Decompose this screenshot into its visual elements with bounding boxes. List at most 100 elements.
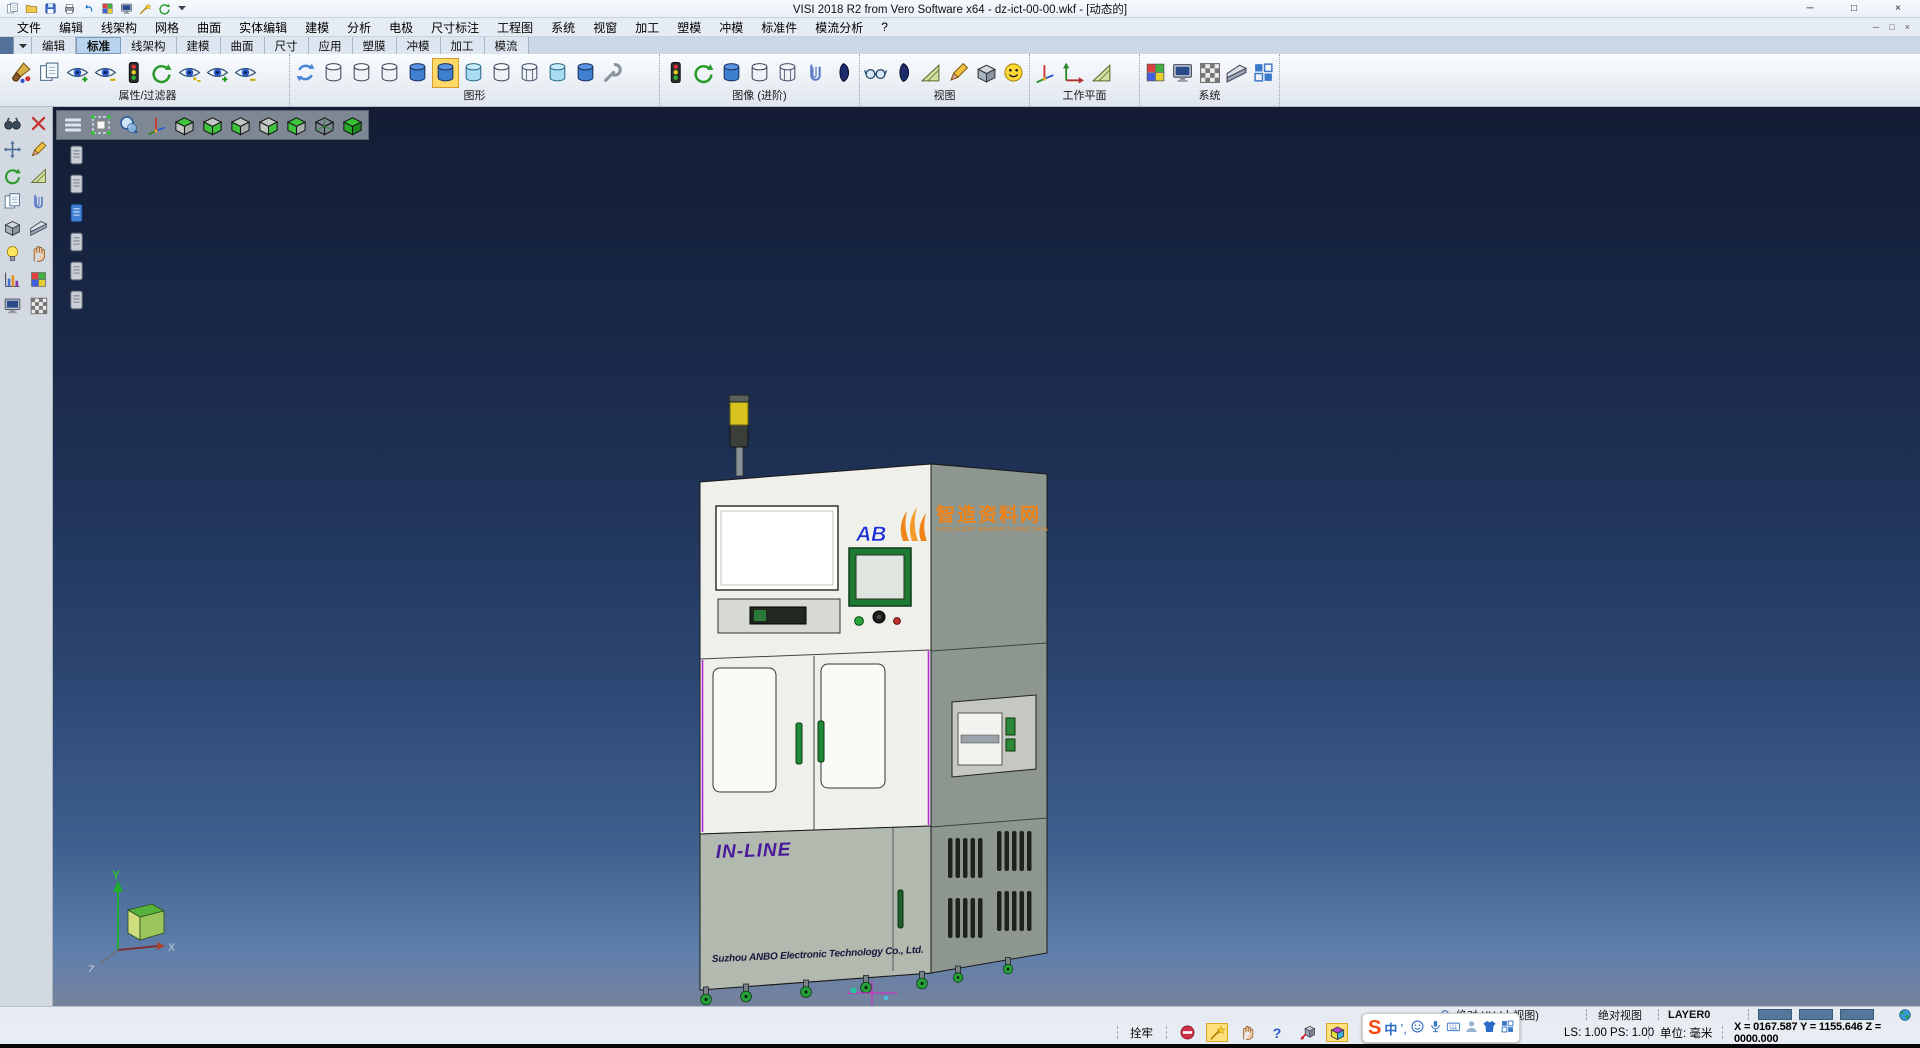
restore-button[interactable]: □ xyxy=(1832,0,1876,17)
display-settings-icon[interactable] xyxy=(1169,58,1195,88)
ime-emoji-icon[interactable] xyxy=(1410,1019,1425,1037)
shaded-edges-style-icon-selected[interactable] xyxy=(432,58,459,88)
filter-page-icon-2[interactable] xyxy=(68,173,85,195)
tab-wireframe[interactable]: 线架构 xyxy=(121,37,177,54)
hide-remove-eye-icon[interactable] xyxy=(92,58,119,88)
ime-skin-icon[interactable] xyxy=(1482,1019,1497,1037)
viewport-3d-canvas[interactable]: AB IN-LINE xyxy=(53,107,1920,1006)
view-menu-icon[interactable] xyxy=(59,112,86,138)
visibility-filter-icon[interactable] xyxy=(120,58,147,88)
checker-tool-icon[interactable] xyxy=(27,294,50,317)
copy-pages-icon[interactable] xyxy=(1,190,24,213)
tab-die[interactable]: 冲模 xyxy=(397,37,441,54)
view-iso-shaded-cube-icon[interactable] xyxy=(339,112,366,138)
close-button[interactable]: × xyxy=(1876,0,1920,17)
attach-clip-icon[interactable] xyxy=(27,190,50,213)
chart-icon[interactable] xyxy=(1,268,24,291)
undo-icon[interactable] xyxy=(80,1,96,16)
filter-page-icon-6[interactable] xyxy=(68,289,85,311)
graphics-settings-icon[interactable] xyxy=(600,58,627,88)
menu-item-die[interactable]: 冲模 xyxy=(710,19,752,36)
qat-dropdown-icon[interactable] xyxy=(175,5,189,13)
view-front-cube-icon[interactable] xyxy=(227,112,254,138)
tab-edit[interactable]: 编辑 xyxy=(32,37,76,54)
menu-item-window[interactable]: 视窗 xyxy=(584,19,626,36)
help-icon[interactable]: ? xyxy=(1266,1023,1288,1042)
wand-icon[interactable] xyxy=(137,1,153,16)
perspective-icon[interactable] xyxy=(890,58,917,88)
shaded-style-icon[interactable] xyxy=(404,58,431,88)
cube-arrow-icon[interactable] xyxy=(1296,1023,1318,1042)
workplane-xy-axis-icon[interactable] xyxy=(1060,58,1087,88)
view-left-cube-icon[interactable] xyxy=(283,112,310,138)
monitor-icon[interactable] xyxy=(118,1,134,16)
binoculars-search-icon[interactable] xyxy=(1,112,24,135)
magic-wand-icon[interactable] xyxy=(1206,1023,1228,1042)
tab-mold[interactable]: 塑膜 xyxy=(353,37,397,54)
menu-item-mold[interactable]: 塑模 xyxy=(668,19,710,36)
print-icon[interactable] xyxy=(61,1,77,16)
save-icon[interactable] xyxy=(42,1,58,16)
ime-logo-icon[interactable]: S xyxy=(1368,1018,1381,1038)
axis-orientation-icon[interactable] xyxy=(143,112,170,138)
annotate-pencil-icon[interactable] xyxy=(945,58,972,88)
tab-dimension[interactable]: 尺寸 xyxy=(265,37,309,54)
copy-attributes-icon[interactable] xyxy=(36,58,63,88)
menu-item-standard-parts[interactable]: 标准件 xyxy=(752,19,806,36)
tab-standard[interactable]: 标准 xyxy=(76,37,121,54)
tab-surface[interactable]: 曲面 xyxy=(221,37,265,54)
wireframe-style-icon[interactable] xyxy=(320,58,347,88)
mesh-style-icon[interactable] xyxy=(516,58,543,88)
filter-page-icon-5[interactable] xyxy=(68,260,85,282)
rotate-icon[interactable] xyxy=(1,164,24,187)
monitor-tool-icon[interactable] xyxy=(1,294,24,317)
minimize-button[interactable]: ─ xyxy=(1788,0,1832,17)
solid-cube-icon[interactable] xyxy=(1,216,24,239)
menu-item-dimension[interactable]: 尺寸标注 xyxy=(422,19,488,36)
new-file-icon[interactable] xyxy=(4,1,20,16)
toggle-visibility-eye-icon[interactable] xyxy=(176,58,203,88)
lock-toggle[interactable]: 拴牢 xyxy=(1130,1022,1153,1043)
tab-dropdown-icon[interactable] xyxy=(14,37,32,54)
ime-toolbox-icon[interactable] xyxy=(1500,1019,1515,1037)
tab-modeling[interactable]: 建模 xyxy=(177,37,221,54)
hand-select-icon[interactable] xyxy=(27,242,50,265)
shade-wire-icon[interactable] xyxy=(774,58,801,88)
hidden-line-style-icon[interactable] xyxy=(348,58,375,88)
zoom-fit-icon[interactable] xyxy=(87,112,114,138)
material-icon[interactable] xyxy=(830,58,857,88)
shade-solid-icon[interactable] xyxy=(718,58,745,88)
delete-x-icon[interactable] xyxy=(27,112,50,135)
view-right-cube-icon[interactable] xyxy=(255,112,282,138)
menu-item-wireframe[interactable]: 线架构 xyxy=(92,19,146,36)
triangle-measure-icon[interactable] xyxy=(27,164,50,187)
filter-page-icon-1[interactable] xyxy=(68,144,85,166)
shaded-cube-icon[interactable] xyxy=(1326,1023,1348,1042)
transparent-style-icon[interactable] xyxy=(460,58,487,88)
ime-keyboard-icon[interactable] xyxy=(1446,1019,1461,1037)
show-add-eye-icon[interactable] xyxy=(64,58,91,88)
color-swatch-2[interactable] xyxy=(1799,1009,1833,1020)
menu-item-mesh[interactable]: 网格 xyxy=(146,19,188,36)
palette-grid-icon[interactable] xyxy=(27,268,50,291)
menu-item-drawing[interactable]: 工程图 xyxy=(488,19,542,36)
zoom-dynamic-icon[interactable] xyxy=(115,112,142,138)
measure-icon[interactable] xyxy=(917,58,944,88)
palette-icon[interactable] xyxy=(99,1,115,16)
color-swatch-3[interactable] xyxy=(1840,1009,1874,1020)
flat-style-icon[interactable] xyxy=(488,58,515,88)
view-glasses-icon[interactable] xyxy=(862,58,889,88)
view-bottom-cube-icon[interactable] xyxy=(199,112,226,138)
open-file-icon[interactable] xyxy=(23,1,39,16)
menu-item-solid-edit[interactable]: 实体编辑 xyxy=(230,19,296,36)
hand-grab-icon[interactable] xyxy=(1236,1023,1258,1042)
workplane-3d-axis-icon[interactable] xyxy=(1032,58,1059,88)
tab-application[interactable]: 应用 xyxy=(309,37,353,54)
attach-image-icon[interactable] xyxy=(802,58,829,88)
mdi-close-icon[interactable]: × xyxy=(1905,22,1910,32)
refresh-visibility-icon[interactable] xyxy=(148,58,175,88)
menu-item-flow-analysis[interactable]: 模流分析 xyxy=(806,19,872,36)
render-style-icon[interactable] xyxy=(572,58,599,88)
smiley-render-icon[interactable] xyxy=(1000,58,1027,88)
edit-pencil-icon[interactable] xyxy=(27,138,50,161)
